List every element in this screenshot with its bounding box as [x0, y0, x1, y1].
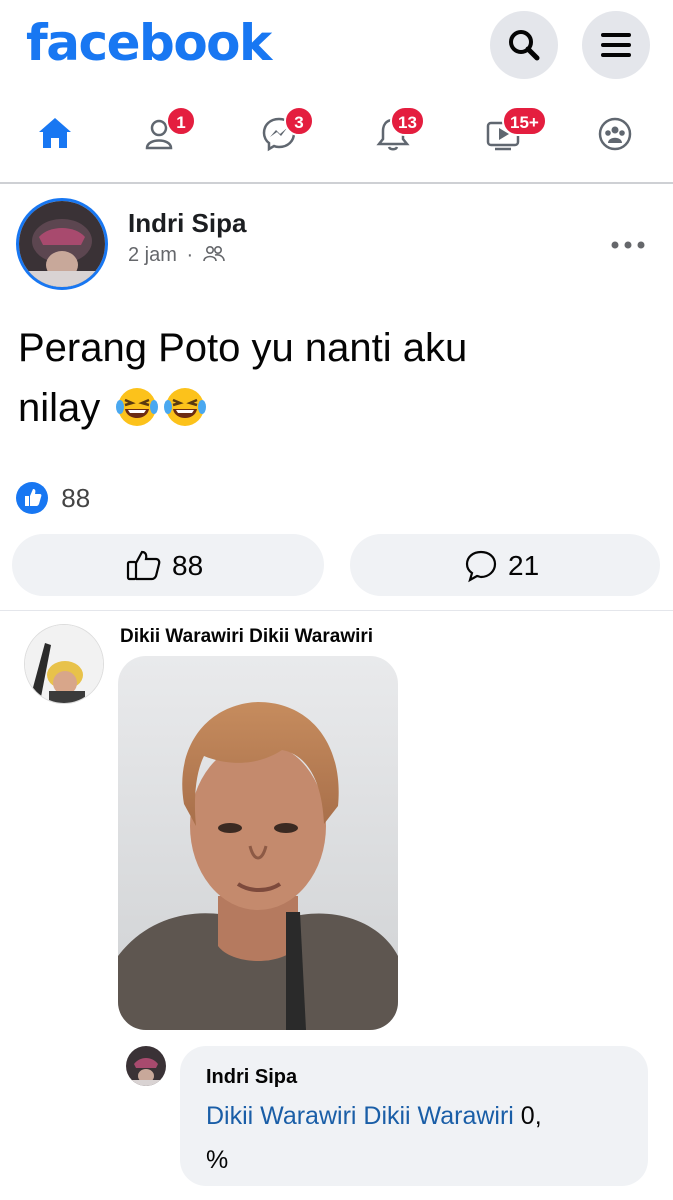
reply-text: Dikii Warawiri Dikii Warawiri 0, %: [206, 1094, 636, 1182]
post-meta: 2 jam ·: [128, 244, 225, 267]
post-author-name[interactable]: Indri Sipa: [128, 208, 246, 239]
comment-photo-image: [118, 656, 398, 1030]
nav-tab-home[interactable]: [30, 108, 80, 158]
reply-author-avatar[interactable]: [126, 1046, 166, 1086]
comment-bubble-icon: [465, 550, 497, 583]
reply-text-rest: 0,: [513, 1102, 542, 1130]
nav-bar: 1 3 13 15+: [0, 96, 673, 172]
facebook-logo[interactable]: facebook: [26, 14, 272, 72]
comment-button[interactable]: 21: [350, 534, 660, 596]
post-text: Perang Poto yu nanti aku nilay: [18, 318, 618, 438]
meta-separator: ·: [186, 244, 194, 266]
nav-tab-watch[interactable]: 15+: [478, 106, 547, 158]
post-text-word: nilay: [18, 386, 101, 430]
laughing-tears-emoji: [116, 388, 159, 426]
nav-tab-notifications[interactable]: 13: [368, 106, 425, 158]
reply-bubble: Indri Sipa Dikii Warawiri Dikii Warawiri…: [180, 1046, 648, 1186]
thumbs-up-icon: [126, 550, 161, 581]
laughing-tears-emoji: [164, 388, 207, 426]
avatar-image: [19, 201, 105, 287]
comment-count: 21: [508, 550, 540, 581]
nav-tab-friends[interactable]: 1: [138, 106, 196, 158]
comments-divider: [0, 610, 673, 611]
home-icon: [39, 118, 71, 148]
reactions-summary[interactable]: 88: [16, 482, 90, 514]
nav-tab-groups[interactable]: [590, 108, 640, 158]
notifications-badge: 13: [390, 106, 425, 136]
post-more-options-button[interactable]: [610, 224, 646, 258]
reply-mention-link[interactable]: Dikii Warawiri Dikii Warawiri: [206, 1102, 514, 1130]
commenter-avatar[interactable]: [24, 624, 104, 704]
nav-tab-messenger[interactable]: 3: [254, 106, 314, 158]
friends-audience-icon: [202, 245, 225, 262]
reaction-count: 88: [61, 483, 91, 513]
post-author-avatar[interactable]: [16, 198, 108, 290]
groups-icon: [598, 117, 632, 151]
like-count: 88: [172, 550, 204, 581]
more-dots-icon: [611, 241, 645, 249]
like-reaction-icon: [16, 482, 48, 514]
comment-photo[interactable]: [118, 656, 398, 1030]
friends-badge: 1: [166, 106, 196, 136]
header-divider: [0, 182, 673, 184]
reply-text-line-2: %: [206, 1146, 229, 1174]
search-icon: [509, 30, 540, 61]
reply-author-name[interactable]: Indri Sipa: [206, 1066, 297, 1089]
post-text-line-2: nilay: [18, 378, 618, 438]
like-button[interactable]: 88: [12, 534, 324, 596]
post-text-line-1: Perang Poto yu nanti aku: [18, 326, 468, 370]
watch-badge: 15+: [502, 106, 547, 136]
commenter-name[interactable]: Dikii Warawiri Dikii Warawiri: [120, 626, 373, 648]
post-time[interactable]: 2 jam: [128, 244, 177, 266]
search-button[interactable]: [490, 11, 558, 79]
messenger-badge: 3: [284, 106, 314, 136]
avatar-image: [126, 1046, 166, 1086]
top-bar: facebook: [0, 0, 673, 92]
avatar-image: [25, 625, 103, 703]
menu-button[interactable]: [582, 11, 650, 79]
hamburger-menu-icon: [601, 33, 631, 57]
